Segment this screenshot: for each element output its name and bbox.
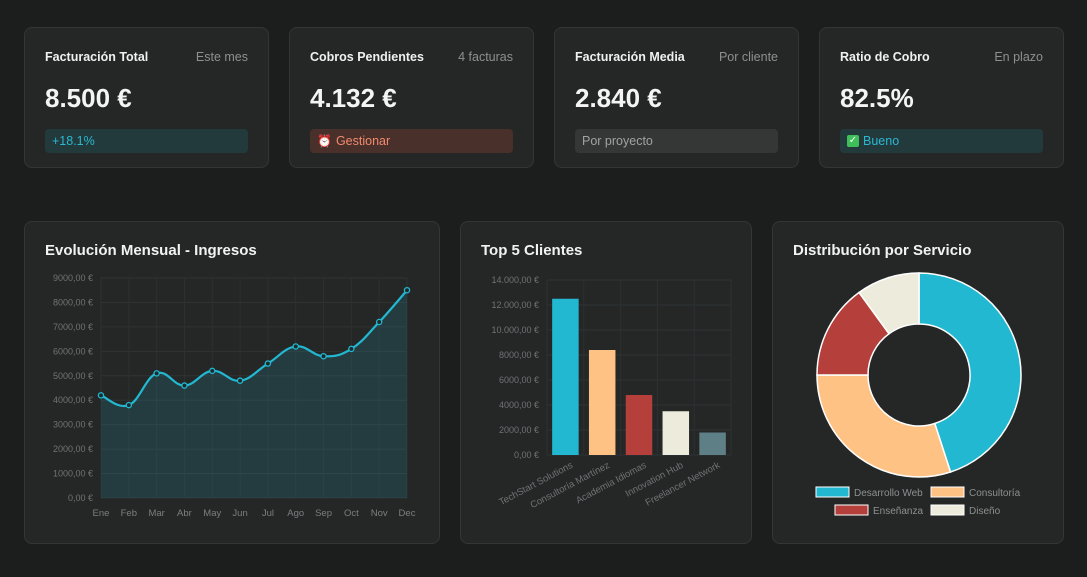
y-tick-label: 10.000,00 € <box>491 325 539 335</box>
kpi-badge-label: +18.1% <box>52 134 95 148</box>
kpi-badge: +18.1% <box>45 129 248 153</box>
x-tick-label: Jul <box>262 508 274 519</box>
y-tick-label: 6000,00 € <box>53 346 93 356</box>
kpi-badge-label: Por proyecto <box>582 134 653 148</box>
pie-slice <box>816 374 952 478</box>
top-clients-chart: 0,00 € 2000,00 € 4000,00 € 6000,00 € 8000,00… <box>491 275 732 511</box>
legend-swatch <box>815 486 850 498</box>
top-clients-panel: Top 5 Clientes 0,00 €2000,00 €4000,00 €6… <box>460 221 752 544</box>
bar <box>552 298 579 455</box>
kpi-subtitle: Este mes <box>195 50 248 64</box>
x-tick-label: Feb <box>121 508 137 519</box>
legend-label: Desarrollo Web <box>854 488 923 499</box>
alarm-clock-icon: ⏰ <box>317 134 332 148</box>
data-point <box>348 345 355 353</box>
legend-label: Diseño <box>969 506 1001 517</box>
y-tick-label: 8000,00 € <box>53 297 93 307</box>
y-tick-label: 1000,00 € <box>53 469 93 479</box>
legend-label: Enseñanza <box>873 506 923 517</box>
bar <box>625 395 653 455</box>
data-point <box>375 318 383 326</box>
y-tick-label: 2000,00 € <box>499 425 539 435</box>
kpi-subtitle: 4 facturas <box>458 50 513 64</box>
y-tick-label: 2000,00 € <box>53 444 93 454</box>
y-tick-label: 8000,00 € <box>499 350 539 360</box>
x-tick-label: Oct <box>344 508 359 519</box>
kpi-subtitle: Por cliente <box>718 50 778 64</box>
y-tick-label: 14.000,00 € <box>491 275 539 285</box>
data-point <box>292 343 299 350</box>
data-point <box>320 352 327 360</box>
kpi-title: Ratio de Cobro <box>840 50 930 64</box>
bar <box>588 350 616 455</box>
data-point <box>403 286 411 294</box>
x-tick-label: Abr <box>177 508 192 519</box>
kpi-value: 4.132 € <box>310 83 397 113</box>
y-tick-label: 6000,00 € <box>499 375 539 385</box>
kpi-title: Facturación Media <box>575 50 685 64</box>
kpi-badge-label: Gestionar <box>335 134 391 148</box>
y-tick-label: 9000,00 € <box>53 273 93 283</box>
service-distribution-chart: Desarrollo Web Consultoría Enseñanza Diseño <box>815 272 1022 517</box>
x-tick-label: Ene <box>93 508 110 519</box>
y-tick-label: 0,00 € <box>514 450 539 460</box>
kpi-title: Cobros Pendientes <box>310 50 424 64</box>
check-icon: ✓ <box>847 135 859 147</box>
data-point <box>153 370 160 377</box>
bar <box>662 411 690 455</box>
y-tick-label: 4000,00 € <box>53 395 93 405</box>
x-tick-label: Nov <box>371 508 388 519</box>
kpi-subtitle: En plazo <box>994 50 1043 64</box>
legend-label: Consultoría <box>969 488 1021 499</box>
kpi-value: 2.840 € <box>575 83 662 113</box>
y-tick-label: 0,00 € <box>68 493 93 503</box>
x-tick-label: Sep <box>315 508 332 519</box>
bar <box>699 432 726 455</box>
x-tick-label: Mar <box>148 508 164 519</box>
kpi-title: Facturación Total <box>45 50 149 64</box>
kpi-card-ratio: Ratio de Cobro En plazo 82.5% ✓ Bueno <box>819 27 1064 168</box>
kpi-card-pending: Cobros Pendientes 4 facturas 4.132 € ⏰ G… <box>289 27 534 168</box>
manage-badge-button[interactable]: ⏰ Gestionar <box>310 129 513 153</box>
data-point <box>209 367 216 375</box>
x-tick-label: Jun <box>232 508 247 519</box>
service-distribution-panel: Distribución por Servicio Desarrollo Web… <box>772 221 1064 544</box>
y-tick-label: 7000,00 € <box>53 322 93 332</box>
kpi-badge: Por proyecto <box>575 129 778 153</box>
data-point <box>236 377 244 384</box>
data-point <box>125 401 133 409</box>
data-point <box>264 360 272 367</box>
kpi-card-average: Facturación Media Por cliente 2.840 € Po… <box>554 27 799 168</box>
y-tick-label: 5000,00 € <box>53 371 93 381</box>
x-tick-label: Ago <box>287 508 304 519</box>
monthly-revenue-chart: 0,00 € 1000,00 € 2000,00 € 3000,00 € 4000,00… <box>53 273 416 519</box>
data-point <box>181 382 188 389</box>
x-tick-label: May <box>203 508 221 519</box>
kpi-card-total: Facturación Total Este mes 8.500 € +18.1… <box>24 27 269 168</box>
y-tick-label: 3000,00 € <box>53 420 93 430</box>
kpi-badge: ✓ Bueno <box>840 129 1043 153</box>
data-point <box>97 392 105 399</box>
y-tick-label: 12.000,00 € <box>491 300 539 310</box>
legend-swatch <box>930 504 965 516</box>
area-fill <box>101 290 407 498</box>
kpi-value: 8.500 € <box>45 83 132 113</box>
legend-swatch <box>930 486 965 498</box>
y-tick-label: 4000,00 € <box>499 400 539 410</box>
kpi-value: 82.5% <box>840 83 914 113</box>
kpi-badge-label: Bueno <box>863 134 900 148</box>
legend-swatch <box>834 504 869 516</box>
monthly-revenue-panel: Evolución Mensual - Ingresos 0,00 €1000,… <box>24 221 440 544</box>
x-tick-label: Dec <box>399 508 416 519</box>
